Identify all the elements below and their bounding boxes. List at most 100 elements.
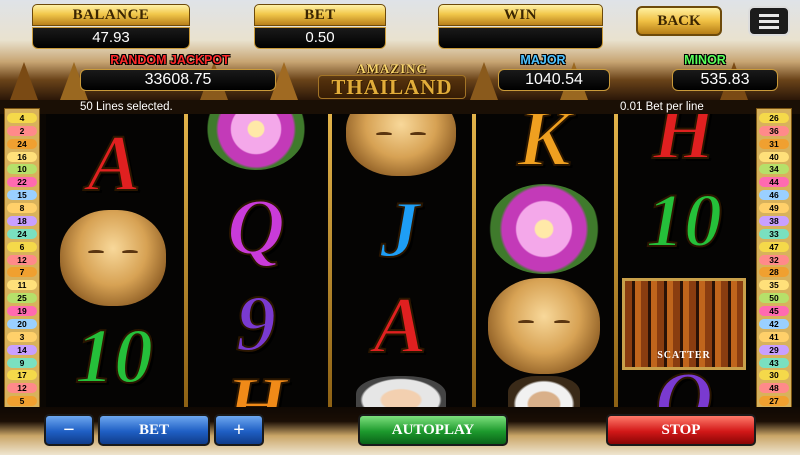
payline-badge[interactable]: 46 — [759, 190, 789, 201]
payline-badge[interactable]: 12 — [7, 254, 37, 265]
bet-label: BET — [254, 4, 386, 26]
autoplay-button[interactable]: AUTOPLAY — [358, 414, 508, 446]
symbol-a: A — [372, 282, 427, 370]
minor-jackpot-value: 535.83 — [672, 69, 778, 91]
payline-badge[interactable]: 22 — [7, 177, 37, 188]
symbol-9: 9 — [235, 280, 277, 368]
payline-badge[interactable]: 43 — [759, 357, 789, 368]
payline-badge[interactable]: 24 — [7, 138, 37, 149]
payline-badge[interactable]: 4 — [7, 113, 37, 123]
payline-badge[interactable]: 19 — [7, 306, 37, 317]
payline-badge[interactable]: 15 — [7, 190, 37, 201]
buddha-face-icon — [346, 114, 456, 176]
symbol-h: H — [652, 114, 716, 176]
payline-badge[interactable]: 42 — [759, 318, 789, 329]
payline-badge[interactable]: 18 — [7, 215, 37, 226]
payline-badge[interactable]: 26 — [759, 113, 789, 123]
symbol-k: K — [516, 114, 571, 183]
lotus-icon — [488, 184, 600, 274]
payline-badge[interactable]: 27 — [759, 396, 789, 407]
bet-value: 0.50 — [254, 27, 386, 49]
win-value — [438, 27, 603, 49]
payline-badge[interactable]: 36 — [759, 125, 789, 136]
payline-badge[interactable]: 10 — [7, 164, 37, 175]
payline-badge[interactable]: 25 — [7, 293, 37, 304]
payline-badge[interactable]: 34 — [759, 164, 789, 175]
payline-badge[interactable]: 28 — [759, 267, 789, 278]
payline-badge[interactable]: 44 — [759, 177, 789, 188]
payline-badge[interactable]: 11 — [7, 280, 37, 291]
win-label: WIN — [438, 4, 603, 26]
payline-badge[interactable]: 20 — [7, 318, 37, 329]
payline-badge[interactable]: 24 — [7, 228, 37, 239]
balance-label: BALANCE — [32, 4, 190, 26]
symbol-j: J — [379, 186, 421, 274]
major-jackpot-label: MAJOR — [520, 53, 566, 67]
payline-badge[interactable]: 45 — [759, 306, 789, 317]
payline-badge[interactable]: 3 — [7, 331, 37, 342]
payline-badge[interactable]: 2 — [7, 125, 37, 136]
woman-portrait-icon — [356, 376, 446, 407]
payline-badge[interactable]: 16 — [7, 151, 37, 162]
payline-badge[interactable]: 5 — [7, 396, 37, 407]
increase-bet-button[interactable]: + — [214, 414, 264, 446]
payline-badge[interactable]: 29 — [759, 344, 789, 355]
symbol-q: Q — [654, 357, 714, 407]
symbol-a: A — [86, 120, 141, 208]
payline-badge[interactable]: 47 — [759, 241, 789, 252]
menu-icon[interactable] — [748, 6, 790, 36]
payline-badge[interactable]: 32 — [759, 254, 789, 265]
decrease-bet-button[interactable]: − — [44, 414, 94, 446]
buddha-face-icon — [488, 278, 600, 374]
payline-badge[interactable]: 30 — [759, 370, 789, 381]
reel-separator — [184, 114, 188, 407]
payline-badge[interactable]: 50 — [759, 293, 789, 304]
payline-badge[interactable]: 8 — [7, 203, 37, 214]
lotus-icon — [206, 114, 306, 170]
game-logo: AMAZING THAILAND — [318, 61, 466, 99]
symbol-10: 10 — [74, 312, 154, 399]
logo-line1: AMAZING — [356, 61, 428, 76]
payline-column-left: 4 2 24 16 10 22 15 8 18 24 6 12 7 11 25 19 20 3 14 9 17 12 5 — [4, 108, 40, 408]
reel-separator — [328, 114, 332, 407]
payline-badge[interactable]: 35 — [759, 280, 789, 291]
reel-4: K — [476, 114, 612, 407]
minor-jackpot-label: MINOR — [684, 53, 726, 67]
back-button[interactable]: BACK — [636, 6, 722, 36]
major-jackpot-value: 1040.54 — [498, 69, 610, 91]
payline-badge[interactable]: 6 — [7, 241, 37, 252]
payline-badge[interactable]: 12 — [7, 383, 37, 394]
payline-badge[interactable]: 9 — [7, 357, 37, 368]
payline-column-right: 26 36 31 40 34 44 46 49 38 33 47 32 28 35 50 45 42 41 29 43… — [756, 108, 792, 408]
symbol-q: Q — [226, 184, 286, 272]
reel-separator — [472, 114, 476, 407]
payline-badge[interactable]: 48 — [759, 383, 789, 394]
bottom-bar: − BET + AUTOPLAY STOP — [0, 407, 800, 455]
lines-selected-text: 50 Lines selected. — [80, 101, 173, 113]
reel-5: H 10 SCATTER Q — [618, 114, 750, 407]
bet-button[interactable]: BET — [98, 414, 210, 446]
payline-badge[interactable]: 14 — [7, 344, 37, 355]
reel-1: A 10 — [46, 114, 182, 407]
buddha-face-icon — [60, 210, 166, 306]
payline-badge[interactable]: 17 — [7, 370, 37, 381]
symbol-10: 10 — [645, 179, 723, 263]
payline-badge[interactable]: 40 — [759, 151, 789, 162]
payline-badge[interactable]: 31 — [759, 138, 789, 149]
payline-badge[interactable]: 49 — [759, 203, 789, 214]
reel-area: A 10 Q 9 H J A K H 10 SCATTER Q — [46, 114, 750, 407]
symbol-h: H — [224, 362, 288, 407]
payline-badge[interactable]: 38 — [759, 215, 789, 226]
reel-separator — [614, 114, 618, 407]
payline-badge[interactable]: 41 — [759, 331, 789, 342]
reel-2: Q 9 H — [188, 114, 326, 407]
payline-badge[interactable]: 7 — [7, 267, 37, 278]
random-jackpot-label: RANDOM JACKPOT — [110, 53, 230, 67]
bet-per-line-text: 0.01 Bet per line — [620, 101, 704, 113]
reel-3: J A — [332, 114, 470, 407]
top-bar: BALANCE 47.93 BET 0.50 WIN BACK RANDOM J… — [0, 0, 800, 100]
balance-value: 47.93 — [32, 27, 190, 49]
portrait-icon — [508, 376, 580, 407]
stop-button[interactable]: STOP — [606, 414, 756, 446]
payline-badge[interactable]: 33 — [759, 228, 789, 239]
